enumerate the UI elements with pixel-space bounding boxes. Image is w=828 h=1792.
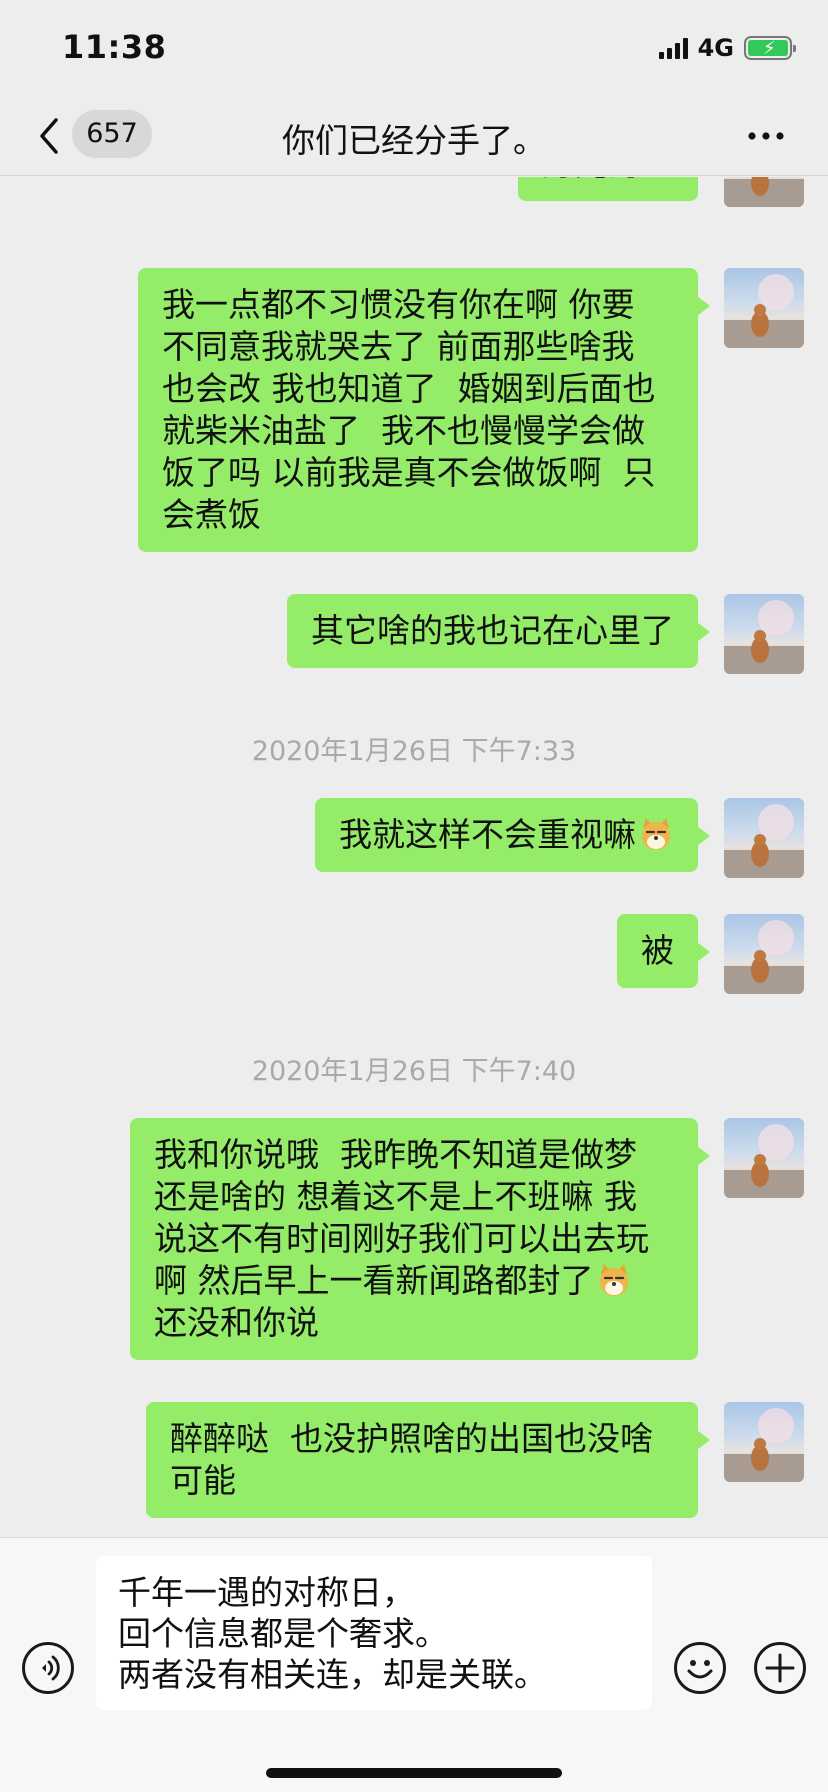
avatar[interactable] bbox=[724, 1402, 804, 1482]
home-indicator bbox=[266, 1768, 562, 1778]
plus-button[interactable] bbox=[754, 1642, 806, 1694]
doge-emoji-icon bbox=[599, 1264, 628, 1296]
message-bubble[interactable]: 灯光为证 bbox=[518, 177, 698, 201]
input-text: 千年一遇的对称日， bbox=[118, 1573, 415, 1612]
message-text: 醉醉哒 也没护照啥的出国也没啥 bbox=[170, 1419, 653, 1458]
message-bubble[interactable]: 被 bbox=[617, 914, 710, 988]
message-line: 我就这样不会重视嘛 bbox=[339, 814, 674, 856]
message-text: 被 bbox=[641, 931, 674, 970]
network-type: 4G bbox=[697, 34, 734, 62]
battery-icon: ⚡ bbox=[744, 36, 796, 60]
input-text: 回个信息都是个奢求。 bbox=[118, 1614, 448, 1653]
chat-header: 657 你们已经分手了。 bbox=[0, 96, 828, 176]
status-time: 11:38 bbox=[62, 28, 167, 66]
back-button[interactable] bbox=[34, 112, 64, 160]
chat-title: 你们已经分手了。 bbox=[282, 121, 546, 160]
message-text: 我一点都不习惯没有你在啊 你要 bbox=[162, 285, 635, 324]
avatar[interactable] bbox=[724, 268, 804, 348]
avatar[interactable] bbox=[724, 914, 804, 994]
message-input[interactable]: 千年一遇的对称日， 回个信息都是个奢求。 两者没有相关连，却是关联。 bbox=[96, 1556, 652, 1710]
avatar[interactable] bbox=[724, 594, 804, 674]
message-text: 会煮饭 bbox=[162, 495, 261, 534]
voice-button[interactable] bbox=[22, 1642, 74, 1694]
emoji-button[interactable] bbox=[674, 1642, 726, 1694]
timestamp: 2020年1月26日 下午7:33 bbox=[251, 736, 577, 767]
status-bar: 11:38 4G ⚡ bbox=[0, 0, 828, 96]
message-text: 也会改 我也知道了 婚姻到后面也 bbox=[162, 369, 656, 408]
signal-icon bbox=[658, 37, 688, 59]
unread-count-badge[interactable]: 657 bbox=[72, 110, 152, 158]
message-text: 我和你说哦 我昨晚不知道是做梦 bbox=[154, 1135, 637, 1174]
message-line: 啊 然后早上一看新闻路都封了 bbox=[154, 1260, 674, 1302]
message-bubble[interactable]: 我就这样不会重视嘛 bbox=[315, 798, 710, 872]
message-text: 还没和你说 bbox=[154, 1303, 319, 1342]
message-text: 说这不有时间刚好我们可以出去玩 bbox=[154, 1219, 649, 1258]
message-bubble[interactable]: 我一点都不习惯没有你在啊 你要 不同意我就哭去了 前面那些啥我 也会改 我也知道… bbox=[138, 268, 710, 552]
message-text: 灯光为证 bbox=[542, 177, 674, 185]
more-button[interactable] bbox=[746, 118, 786, 154]
message-text: 可能 bbox=[170, 1461, 236, 1500]
message-text: 就柴米油盐了 我不也慢慢学会做 bbox=[162, 411, 645, 450]
avatar[interactable] bbox=[724, 798, 804, 878]
more-icon bbox=[748, 132, 784, 140]
voice-icon bbox=[42, 1655, 60, 1681]
message-bubble[interactable]: 醉醉哒 也没护照啥的出国也没啥 可能 bbox=[146, 1402, 710, 1518]
message-text: 啊 然后早上一看新闻路都封了 bbox=[154, 1261, 594, 1300]
timestamp: 2020年1月26日 下午7:40 bbox=[251, 1056, 577, 1087]
message-bubble[interactable]: 其它啥的我也记在心里了 bbox=[287, 594, 710, 668]
message-text: 还是啥的 想着这不是上不班嘛 我 bbox=[154, 1177, 637, 1216]
plus-icon bbox=[765, 1653, 795, 1683]
status-indicators: 4G ⚡ bbox=[658, 34, 796, 62]
smiley-icon bbox=[687, 1660, 713, 1679]
message-bubble[interactable]: 我和你说哦 我昨晚不知道是做梦 还是啥的 想着这不是上不班嘛 我 说这不有时间刚… bbox=[130, 1118, 710, 1360]
avatar[interactable] bbox=[724, 177, 804, 207]
message-text: 我就这样不会重视嘛 bbox=[339, 815, 636, 854]
message-text: 饭了吗 以前我是真不会做饭啊 只 bbox=[162, 453, 656, 492]
chevron-left-icon bbox=[40, 118, 58, 154]
doge-emoji-icon bbox=[642, 818, 670, 850]
message-text: 不同意我就哭去了 前面那些啥我 bbox=[162, 327, 635, 366]
input-bar: 千年一遇的对称日， 回个信息都是个奢求。 两者没有相关连，却是关联。 bbox=[0, 1537, 828, 1792]
input-text: 两者没有相关连，却是关联。 bbox=[118, 1655, 547, 1694]
message-list[interactable]: 灯光为证 我一点都不习惯没有你在啊 你要 不同意我就哭去了 前面那些啥我 也会改… bbox=[0, 177, 828, 1537]
message-text: 其它啥的我也记在心里了 bbox=[311, 611, 674, 650]
avatar[interactable] bbox=[724, 1118, 804, 1198]
